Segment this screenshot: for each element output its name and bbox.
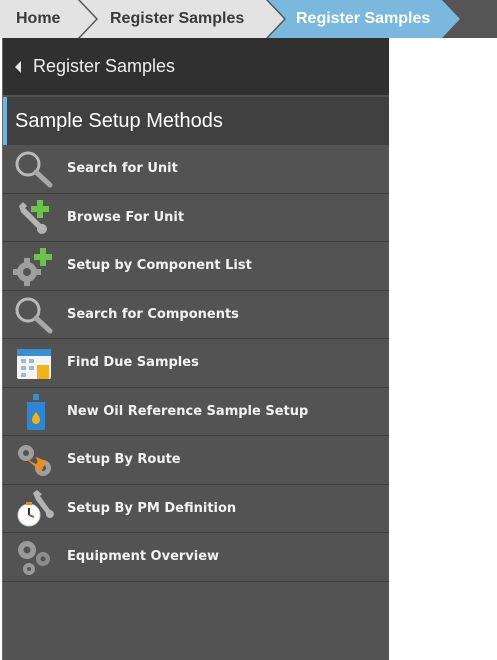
menu-item-label: Search for Unit <box>67 161 178 177</box>
menu-item-label: Setup By Route <box>67 452 181 468</box>
menu-item-equipment-overview[interactable]: Equipment Overview <box>3 533 389 582</box>
sample-setup-panel: Register Samples Sample Setup Methods Se… <box>2 38 389 660</box>
setup-methods-menu: Search for Unit Browse For Unit Setup by… <box>3 145 389 582</box>
gears-icon <box>13 537 55 577</box>
menu-item-search-for-components[interactable]: Search for Components <box>3 291 389 339</box>
magnifier-icon <box>13 149 55 189</box>
wrench-clock-icon <box>13 489 55 529</box>
menu-item-label: Search for Components <box>67 306 239 322</box>
calendar-icon <box>13 343 55 383</box>
breadcrumb: Home Register Samples Register Samples <box>0 0 497 38</box>
gears-route-icon <box>13 440 55 480</box>
menu-item-label: Equipment Overview <box>67 549 220 565</box>
menu-item-setup-by-pm-definition[interactable]: Setup By PM Definition <box>3 485 389 533</box>
menu-item-label: Setup by Component List <box>67 258 252 274</box>
menu-item-label: Find Due Samples <box>67 355 199 371</box>
gear-plus-icon <box>13 246 55 286</box>
menu-item-setup-by-component-list[interactable]: Setup by Component List <box>3 242 389 291</box>
back-label: Register Samples <box>33 56 176 76</box>
menu-item-label: Browse For Unit <box>67 209 185 225</box>
back-button[interactable]: Register Samples <box>3 38 389 95</box>
breadcrumb-register-samples-current[interactable]: Register Samples <box>268 0 460 38</box>
menu-item-setup-by-route[interactable]: Setup By Route <box>3 436 389 485</box>
menu-item-label: Setup By PM Definition <box>67 500 237 516</box>
menu-item-browse-for-unit[interactable]: Browse For Unit <box>3 194 389 242</box>
oil-bottle-icon <box>13 392 55 432</box>
wrench-plus-icon <box>13 198 55 238</box>
menu-item-search-for-unit[interactable]: Search for Unit <box>3 145 389 194</box>
menu-item-new-oil-reference-sample-setup[interactable]: New Oil Reference Sample Setup <box>3 388 389 436</box>
section-title: Sample Setup Methods <box>3 97 389 145</box>
menu-item-find-due-samples[interactable]: Find Due Samples <box>3 339 389 388</box>
magnifier-icon <box>13 295 55 335</box>
menu-item-label: New Oil Reference Sample Setup <box>67 403 309 419</box>
breadcrumb-register-samples[interactable]: Register Samples <box>80 0 284 38</box>
breadcrumb-home[interactable]: Home <box>0 0 96 38</box>
back-arrow-icon <box>15 60 21 73</box>
